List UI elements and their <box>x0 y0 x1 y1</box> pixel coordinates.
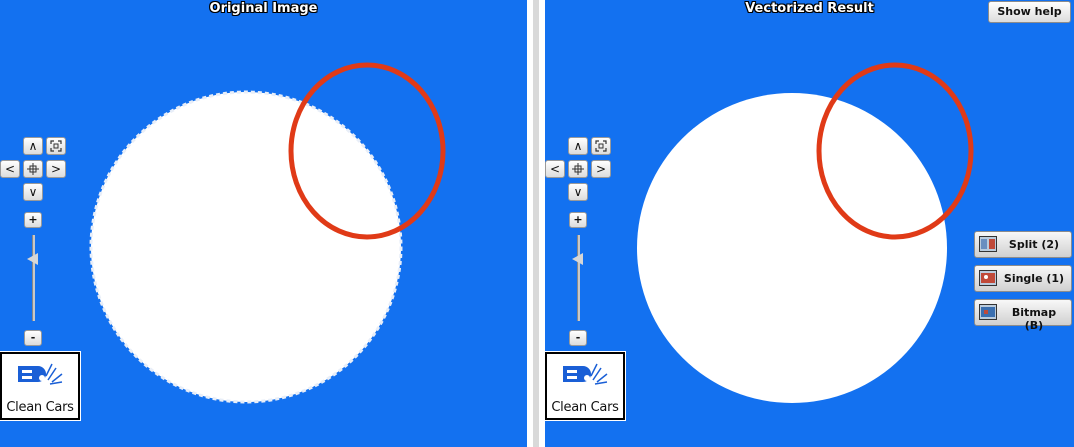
center-view-button[interactable] <box>568 160 588 178</box>
center-icon <box>27 163 39 175</box>
logo-text: Clean Cars <box>6 400 74 415</box>
center-icon <box>572 163 584 175</box>
logo-mark-icon <box>563 363 608 385</box>
fit-view-button[interactable] <box>591 137 611 155</box>
white-circle-raster <box>91 92 401 402</box>
zoom-slider-thumb[interactable] <box>27 253 38 265</box>
single-view-button[interactable]: Single (1) <box>974 265 1072 292</box>
zoom-in-button[interactable]: + <box>569 212 587 228</box>
pan-left-button[interactable]: < <box>0 160 20 178</box>
zoom-out-button[interactable]: - <box>24 330 42 346</box>
zoom-in-button[interactable]: + <box>24 212 42 228</box>
logo-text: Clean Cars <box>551 400 619 415</box>
logo-mark-icon <box>18 363 63 385</box>
fit-icon <box>50 140 62 152</box>
split-view-icon <box>979 236 997 252</box>
pan-down-button[interactable]: ∨ <box>568 183 588 201</box>
pan-up-button[interactable]: ∧ <box>568 137 588 155</box>
pan-up-button[interactable]: ∧ <box>23 137 43 155</box>
split-view-label: Split (2) <box>1008 238 1060 251</box>
bitmap-view-label: Bitmap (B) <box>1011 306 1057 332</box>
bitmap-view-button[interactable]: Bitmap (B) <box>974 299 1072 332</box>
pan-right-button[interactable]: > <box>46 160 66 178</box>
fit-view-button[interactable] <box>46 137 66 155</box>
pan-left-button[interactable]: < <box>545 160 565 178</box>
zoom-slider-thumb[interactable] <box>572 253 583 265</box>
zoom-slider-track[interactable] <box>577 235 580 321</box>
original-image-pane[interactable]: Original Image ∧ < > ∨ + - Clean Cars <box>0 0 527 447</box>
clean-cars-logo: Clean Cars <box>0 351 81 421</box>
clean-cars-logo: Clean Cars <box>545 351 626 421</box>
pane-title: Original Image <box>209 1 318 16</box>
show-help-button[interactable]: Show help <box>988 1 1071 23</box>
zoom-out-button[interactable]: - <box>569 330 587 346</box>
zoom-slider-track[interactable] <box>32 235 35 321</box>
single-view-icon <box>979 270 997 286</box>
pan-right-button[interactable]: > <box>591 160 611 178</box>
fit-icon <box>595 140 607 152</box>
single-view-label: Single (1) <box>1003 272 1065 285</box>
pan-down-button[interactable]: ∨ <box>23 183 43 201</box>
pane-divider[interactable] <box>527 0 545 447</box>
center-view-button[interactable] <box>23 160 43 178</box>
split-view-button[interactable]: Split (2) <box>974 231 1072 258</box>
vectorized-result-pane[interactable]: Vectorized Result Show help ∧ < > ∨ + - … <box>545 0 1074 447</box>
white-circle-vector <box>637 93 947 403</box>
bitmap-view-icon <box>979 304 997 320</box>
